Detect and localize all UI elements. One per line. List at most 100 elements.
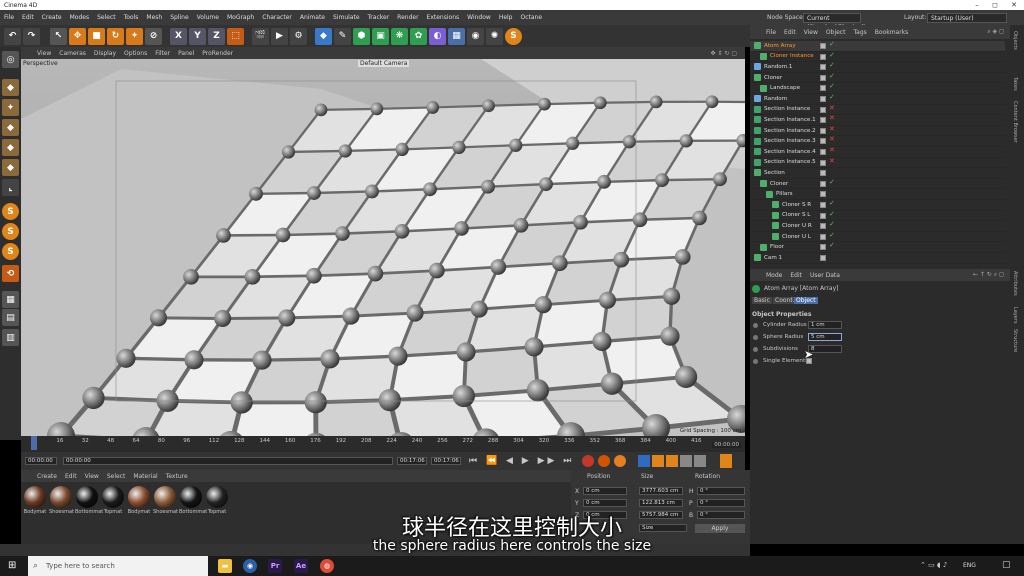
- enabled-check-icon[interactable]: ✓: [829, 72, 835, 80]
- render-view-icon[interactable]: 🎬: [252, 27, 269, 45]
- enabled-check-icon[interactable]: ✓: [829, 82, 835, 90]
- visibility-checkbox[interactable]: [820, 191, 826, 198]
- visibility-checkbox[interactable]: [820, 64, 826, 71]
- menu-mograph[interactable]: MoGraph: [223, 14, 258, 21]
- mograph-icon[interactable]: ✿: [410, 27, 427, 45]
- visibility-checkbox[interactable]: [820, 117, 826, 124]
- visibility-checkbox[interactable]: [820, 180, 826, 187]
- obj-menu-object[interactable]: Object: [826, 29, 846, 36]
- s-plugin-icon[interactable]: S: [505, 27, 522, 45]
- menu-file[interactable]: File: [0, 14, 18, 21]
- menu-create[interactable]: Create: [38, 14, 66, 21]
- disabled-x-icon[interactable]: ✕: [829, 125, 835, 133]
- windows-start-icon[interactable]: ⊞: [8, 560, 16, 571]
- file-explorer-icon[interactable]: ▬: [218, 559, 232, 573]
- vp-menu-display[interactable]: Display: [94, 50, 116, 57]
- timeline-menu-icon[interactable]: [720, 454, 733, 468]
- select-arrow-icon[interactable]: ↖: [50, 27, 67, 45]
- vp-menu-view[interactable]: View: [37, 50, 51, 57]
- object-row[interactable]: Section Instance.2 ✕: [750, 125, 1005, 137]
- object-row[interactable]: Random ✓: [750, 93, 1005, 105]
- cube-icon[interactable]: ◆: [315, 27, 332, 45]
- snap-icon-3[interactable]: S: [2, 243, 19, 260]
- menu-octane[interactable]: Octane: [517, 14, 547, 21]
- rot-p-field[interactable]: 0 °: [697, 499, 745, 507]
- enabled-check-icon[interactable]: ✓: [829, 231, 835, 239]
- visibility-checkbox[interactable]: [820, 170, 826, 177]
- rot-h-field[interactable]: 0 °: [697, 487, 745, 495]
- obj-menu-edit[interactable]: Edit: [784, 29, 796, 36]
- x-axis-button[interactable]: X: [170, 27, 187, 45]
- sidetab-takes[interactable]: Takes: [1012, 77, 1018, 91]
- object-row[interactable]: Section Instance.1 ✕: [750, 114, 1005, 126]
- obj-menu-bookmarks[interactable]: Bookmarks: [875, 29, 909, 36]
- floor-icon[interactable]: ▦: [448, 27, 465, 45]
- object-row[interactable]: Section Instance ✕: [750, 104, 1005, 116]
- menu-select[interactable]: Select: [93, 14, 120, 21]
- premiere-taskbar-icon[interactable]: Pr: [268, 559, 282, 573]
- enabled-check-icon[interactable]: ✓: [829, 178, 835, 186]
- extrude-icon[interactable]: ▣: [372, 27, 389, 45]
- lock-icon[interactable]: ▤: [2, 309, 19, 326]
- z-axis-button[interactable]: Z: [208, 27, 225, 45]
- visibility-checkbox[interactable]: [820, 106, 826, 113]
- size-x-field[interactable]: 3777.603 cm: [639, 487, 683, 495]
- key-pla-icon[interactable]: [694, 455, 707, 467]
- mat-menu-create[interactable]: Create: [37, 473, 57, 480]
- cinema4d-taskbar-icon[interactable]: ◉: [243, 559, 257, 573]
- disabled-x-icon[interactable]: ✕: [829, 157, 835, 165]
- attr-nav-icons[interactable]: ← ↑ ↻ ⌕ ◻: [973, 271, 1004, 279]
- playhead[interactable]: [31, 436, 37, 450]
- language-indicator[interactable]: ENG: [963, 562, 976, 569]
- notifications-icon[interactable]: ▢: [1002, 560, 1011, 570]
- menu-volume[interactable]: Volume: [193, 14, 223, 21]
- disabled-x-icon[interactable]: ✕: [829, 135, 835, 143]
- model-mode-icon[interactable]: ◆: [2, 79, 19, 96]
- sidetab-objects[interactable]: Objects: [1012, 31, 1018, 50]
- key-param-icon[interactable]: [680, 455, 693, 467]
- menu-simulate[interactable]: Simulate: [329, 14, 364, 21]
- points-mode-icon[interactable]: ◆: [2, 119, 19, 136]
- object-row[interactable]: Cam 1: [750, 253, 1005, 264]
- current-time-field[interactable]: 00:00:00: [63, 457, 393, 465]
- obj-menu-file[interactable]: File: [766, 29, 776, 36]
- object-row[interactable]: Section Instance.4 ✕: [750, 146, 1005, 158]
- layout-select[interactable]: Startup (User): [927, 12, 1007, 23]
- visibility-checkbox[interactable]: [820, 212, 826, 219]
- vp-menu-filter[interactable]: Filter: [155, 50, 170, 57]
- property-value-field[interactable]: 1 cm: [808, 321, 842, 329]
- enabled-check-icon[interactable]: ✓: [829, 210, 835, 218]
- camera-label[interactable]: Default Camera: [358, 60, 410, 67]
- axis-mode-icon[interactable]: ⌞: [2, 179, 19, 196]
- chrome-taskbar-icon[interactable]: ◍: [320, 559, 334, 573]
- attr-menu-userdata[interactable]: User Data: [810, 272, 840, 279]
- menu-animate[interactable]: Animate: [296, 14, 329, 21]
- enabled-check-icon[interactable]: ✓: [829, 199, 835, 207]
- menu-mesh[interactable]: Mesh: [142, 14, 166, 21]
- pos-x-field[interactable]: 0 cm: [583, 487, 627, 495]
- after-effects-taskbar-icon[interactable]: Ae: [294, 559, 308, 573]
- animate-dot-icon[interactable]: [753, 359, 758, 364]
- visibility-checkbox[interactable]: [820, 127, 826, 134]
- move-icon[interactable]: ✥: [69, 27, 86, 45]
- vp-menu-options[interactable]: Options: [124, 50, 147, 57]
- pen-icon[interactable]: ✎: [334, 27, 351, 45]
- close-button[interactable]: ✕: [1005, 0, 1023, 10]
- visibility-checkbox[interactable]: [820, 74, 826, 81]
- current-frame-field[interactable]: 00:00:00: [712, 442, 741, 448]
- enabled-check-icon[interactable]: ✓: [829, 51, 835, 59]
- obj-menu-view[interactable]: View: [804, 29, 818, 36]
- visibility-checkbox[interactable]: [820, 138, 826, 145]
- enabled-check-icon[interactable]: ✓: [829, 40, 835, 48]
- menu-modes[interactable]: Modes: [66, 14, 93, 21]
- key-rotation-icon[interactable]: [666, 455, 679, 467]
- menu-tracker[interactable]: Tracker: [364, 14, 394, 21]
- mat-menu-edit[interactable]: Edit: [65, 473, 77, 480]
- light-icon[interactable]: ✺: [486, 27, 503, 45]
- object-row[interactable]: Random.1 ✓: [750, 61, 1005, 73]
- deformer-icon[interactable]: ◐: [429, 27, 446, 45]
- object-manager-search-icon[interactable]: ⌕ ◈ ◻: [987, 28, 1004, 36]
- edges-mode-icon[interactable]: ◆: [2, 139, 19, 156]
- enabled-check-icon[interactable]: ✓: [829, 61, 835, 69]
- visibility-checkbox[interactable]: [820, 43, 826, 49]
